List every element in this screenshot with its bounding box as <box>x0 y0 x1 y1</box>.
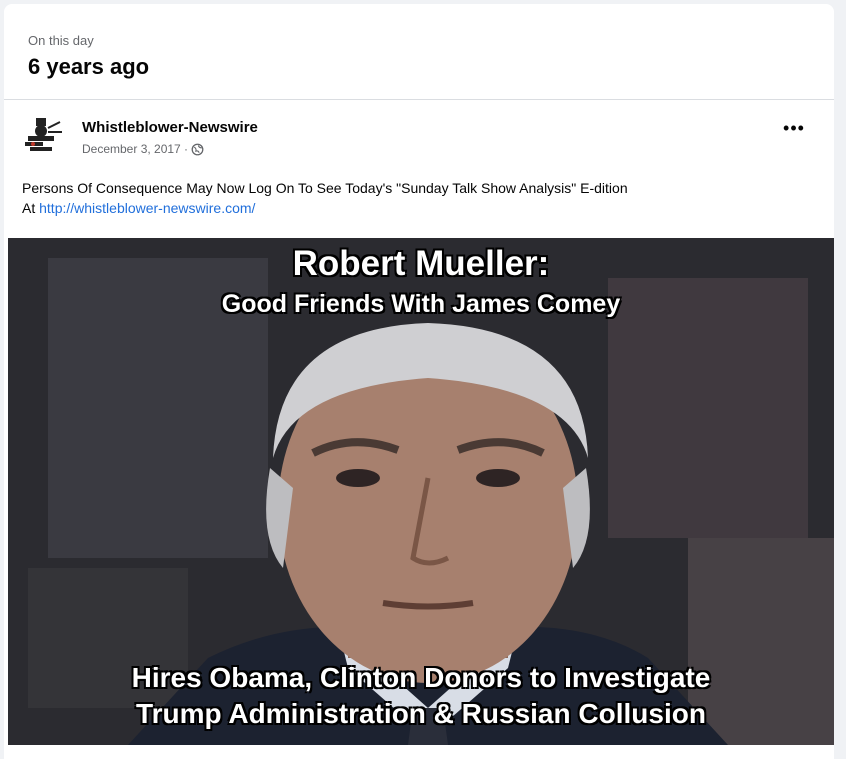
image-caption: Hires Obama, Clinton Donors to Investiga… <box>8 660 834 732</box>
memory-heading: 6 years ago <box>28 54 150 79</box>
more-options-button[interactable]: ••• <box>782 119 806 142</box>
post-card: Whistleblower-Newswire December 3, 2017 … <box>4 99 834 759</box>
image-caption-line1: Hires Obama, Clinton Donors to Investiga… <box>131 662 711 693</box>
globe-icon <box>191 143 204 155</box>
post-date[interactable]: December 3, 2017 · <box>82 142 188 156</box>
post-image[interactable]: Robert Mueller: Good Friends With James … <box>8 238 834 745</box>
post-link-line: At http://whistleblower-newswire.com/ <box>22 198 822 218</box>
image-title: Robert Mueller: <box>292 244 550 283</box>
image-caption-line2: Trump Administration & Russian Collusion <box>136 698 706 729</box>
image-subtitle: Good Friends With James Comey <box>221 290 621 318</box>
page-avatar[interactable] <box>22 114 64 156</box>
post-link[interactable]: http://whistleblower-newswire.com/ <box>39 200 255 216</box>
memory-card: On this day 6 years ago <box>4 4 834 99</box>
memory-eyebrow: On this day <box>28 33 94 48</box>
whistleblower-logo-icon <box>25 118 62 151</box>
post-body-text: Persons Of Consequence May Now Log On To… <box>22 180 628 196</box>
post-link-prefix: At <box>22 200 40 216</box>
post-text: Persons Of Consequence May Now Log On To… <box>22 178 822 218</box>
post-meta: December 3, 2017 · <box>82 142 204 156</box>
page-name-link[interactable]: Whistleblower-Newswire <box>82 119 258 136</box>
